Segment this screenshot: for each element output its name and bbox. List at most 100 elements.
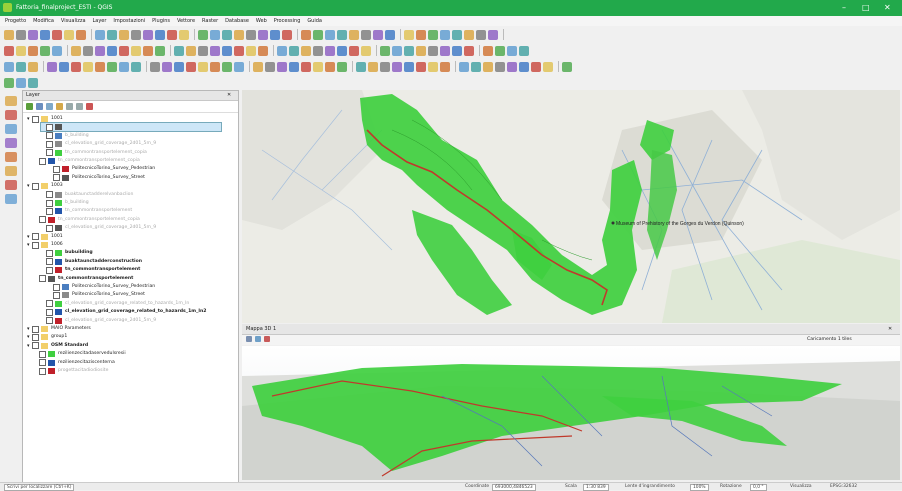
toolbar-button-icon[interactable] (258, 29, 268, 40)
layer-group[interactable]: ▾ group1 (27, 333, 67, 341)
layer-item[interactable]: cl_elevation_grid_coverage_related_to_ha… (41, 300, 189, 308)
manage-visibility-icon[interactable] (46, 103, 53, 110)
toolbar-button-icon[interactable] (349, 45, 359, 56)
menu-impostazioni[interactable]: Impostazioni (113, 16, 145, 26)
toolbar-button-icon[interactable] (385, 29, 395, 40)
toolbar-button-icon[interactable] (210, 29, 220, 40)
zoom-full-icon[interactable] (255, 336, 261, 342)
toolbar-button-icon[interactable] (337, 61, 347, 72)
toolbar-button-icon[interactable] (174, 61, 184, 72)
toolbar-button-icon[interactable] (4, 77, 14, 88)
coordinate-field[interactable]: 693000,4846523 (492, 484, 536, 491)
layer-group[interactable]: ▾ OSM Standard (27, 342, 88, 350)
toolbar-button-icon[interactable] (349, 29, 359, 40)
toolbar-button-icon[interactable] (40, 45, 50, 56)
layer-item[interactable]: tn_commontransportelement_copia (34, 216, 140, 224)
toolbar-button-icon[interactable] (531, 61, 541, 72)
layer-visibility-checkbox[interactable] (32, 325, 39, 333)
toolbar-button-icon[interactable] (519, 61, 529, 72)
toolbar-button-icon[interactable] (428, 45, 438, 56)
toolbar-button-icon[interactable] (198, 29, 208, 40)
menu-guida[interactable]: Guida (307, 16, 322, 26)
toolbar-button-icon[interactable] (246, 45, 256, 56)
layer-visibility-checkbox[interactable] (46, 224, 53, 232)
toolbar-button-icon[interactable] (107, 45, 117, 56)
close-button[interactable]: ✕ (884, 3, 891, 12)
toolbar-button-icon[interactable] (143, 29, 153, 40)
layer-visibility-checkbox[interactable] (39, 157, 46, 165)
expand-all-icon[interactable] (66, 103, 73, 110)
remove-layer-icon[interactable] (86, 103, 93, 110)
toolbar-button-icon[interactable] (253, 61, 263, 72)
layer-item[interactable]: b_building (41, 132, 89, 140)
add-layer-icon[interactable] (5, 180, 17, 190)
toolbar-button-icon[interactable] (265, 61, 275, 72)
toolbar-button-icon[interactable] (107, 29, 117, 40)
menu-visualizza[interactable]: Visualizza (61, 16, 86, 26)
map-canvas[interactable]: Museum of Prehistory of the Gorges du Ve… (242, 90, 900, 323)
layer-item[interactable]: progettacitadiodiosite (34, 367, 108, 375)
collapse-all-icon[interactable] (76, 103, 83, 110)
layer-item[interactable]: buaktaunctadderconstruction (41, 258, 142, 266)
toolbar-button-icon[interactable] (495, 45, 505, 56)
toolbar-button-icon[interactable] (83, 61, 93, 72)
toolbar-button-icon[interactable] (368, 61, 378, 72)
toolbar-button-icon[interactable] (28, 77, 38, 88)
layer-group[interactable]: ▾ MAIO Parameters (27, 325, 91, 333)
toolbar-button-icon[interactable] (313, 61, 323, 72)
camera-control-icon[interactable] (246, 336, 252, 342)
toolbar-button-icon[interactable] (179, 29, 189, 40)
menu-web[interactable]: Web (256, 16, 267, 26)
toolbar-button-icon[interactable] (507, 61, 517, 72)
toolbar-button-icon[interactable] (488, 29, 498, 40)
toolbar-button-icon[interactable] (289, 45, 299, 56)
menu-modifica[interactable]: Modifica (33, 16, 54, 26)
toolbar-button-icon[interactable] (174, 45, 184, 56)
toolbar-button-icon[interactable] (198, 45, 208, 56)
toolbar-button-icon[interactable] (543, 61, 553, 72)
toolbar-button-icon[interactable] (380, 45, 390, 56)
toolbar-button-icon[interactable] (440, 45, 450, 56)
toolbar-button-icon[interactable] (150, 61, 160, 72)
layer-item[interactable]: PolitecnicoTorino_Survey_Street (48, 174, 145, 182)
toolbar-button-icon[interactable] (270, 29, 280, 40)
toolbar-button-icon[interactable] (301, 45, 311, 56)
layer-item[interactable]: tn_commontransportelement_copia (41, 149, 147, 157)
rotation-field[interactable]: 0,0 ° (750, 484, 767, 491)
toolbar-button-icon[interactable] (186, 45, 196, 56)
identify-icon[interactable] (264, 336, 270, 342)
toolbar-button-icon[interactable] (4, 45, 14, 56)
layer-visibility-checkbox[interactable] (46, 191, 53, 199)
layer-item[interactable]: rezilienzecitaziscenterna (34, 359, 115, 367)
layer-item[interactable]: PolitecnicoTorino_Survey_Pedestrian (48, 165, 155, 173)
layer-visibility-checkbox[interactable] (53, 291, 60, 299)
toolbar-button-icon[interactable] (562, 61, 572, 72)
crs-button[interactable]: EPSG:32632 (830, 484, 857, 489)
toolbar-button-icon[interactable] (440, 61, 450, 72)
toolbar-button-icon[interactable] (234, 61, 244, 72)
layer-item[interactable]: tn_commontransportelement (41, 266, 140, 274)
toolbar-button-icon[interactable] (325, 45, 335, 56)
layer-visibility-checkbox[interactable] (46, 123, 53, 131)
toolbar-button-icon[interactable] (222, 29, 232, 40)
toolbar-button-icon[interactable] (210, 45, 220, 56)
toolbar-button-icon[interactable] (59, 61, 69, 72)
layer-visibility-checkbox[interactable] (46, 207, 53, 215)
layer-visibility-checkbox[interactable] (46, 308, 53, 316)
layer-visibility-checkbox[interactable] (46, 149, 53, 157)
toolbar-button-icon[interactable] (258, 45, 268, 56)
menu-raster[interactable]: Raster (202, 16, 218, 26)
toolbar-button-icon[interactable] (452, 29, 462, 40)
layer-visibility-checkbox[interactable] (46, 266, 53, 274)
add-layer-icon[interactable] (5, 124, 17, 134)
toolbar-button-icon[interactable] (380, 61, 390, 72)
layer-visibility-checkbox[interactable] (53, 174, 60, 182)
toolbar-button-icon[interactable] (483, 45, 493, 56)
toolbar-button-icon[interactable] (71, 61, 81, 72)
toolbar-button-icon[interactable] (246, 29, 256, 40)
toolbar-button-icon[interactable] (392, 61, 402, 72)
layer-visibility-checkbox[interactable] (46, 317, 53, 325)
add-group-icon[interactable] (36, 103, 43, 110)
toolbar-button-icon[interactable] (313, 45, 323, 56)
layer-visibility-checkbox[interactable] (32, 233, 39, 241)
